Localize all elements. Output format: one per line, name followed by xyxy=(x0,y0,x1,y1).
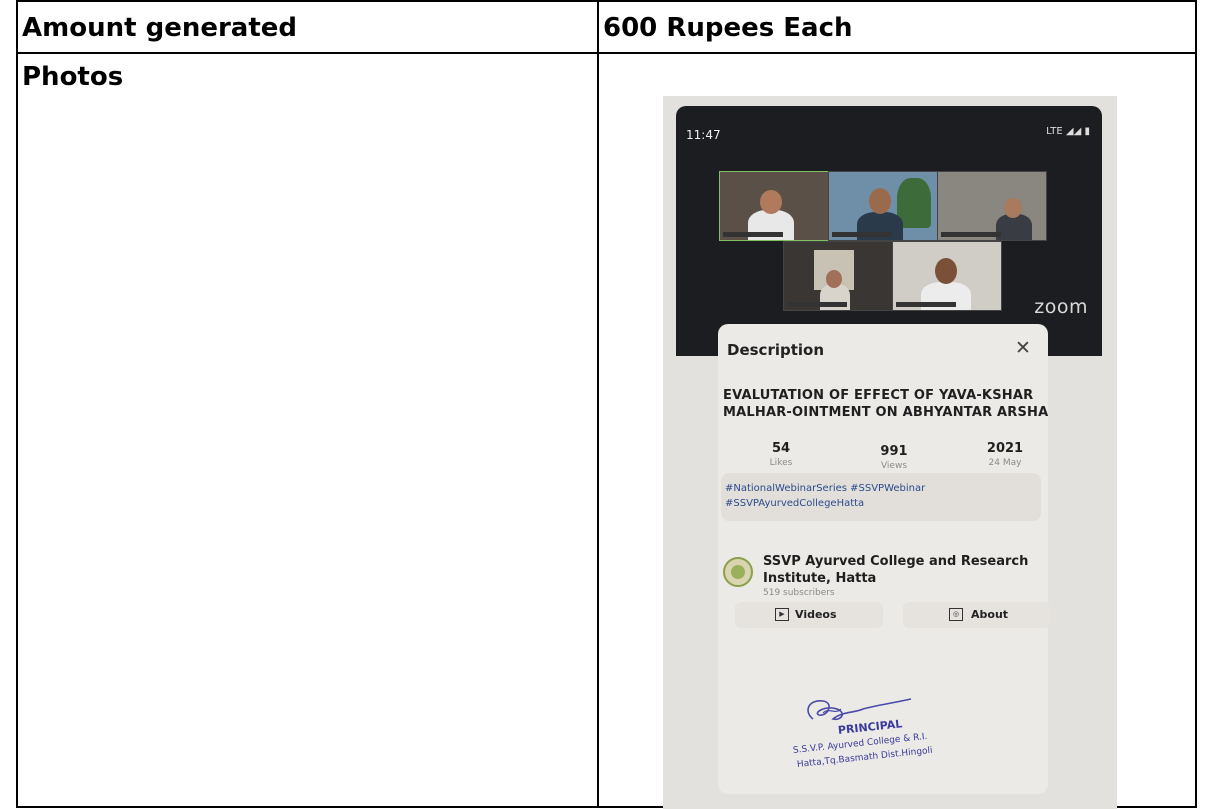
photos-label: Photos xyxy=(22,62,124,92)
participant-name-bar xyxy=(787,302,847,307)
participant-name-bar xyxy=(941,232,1001,237)
person-card-icon: ◎ xyxy=(949,608,963,621)
close-icon[interactable]: ✕ xyxy=(1015,337,1031,359)
video-title-line-2: MALHAR-OINTMENT ON ABHYANTAR ARSHA xyxy=(723,405,1049,420)
cell-amount-value: 600 Rupees Each xyxy=(597,0,1197,54)
video-tile-4 xyxy=(783,241,893,311)
participant-face xyxy=(935,258,957,284)
play-icon: ▶ xyxy=(775,608,789,621)
status-network: LTE ◢◢ ▮ xyxy=(1046,126,1090,137)
views-label: Views xyxy=(880,461,908,471)
participant-name-bar xyxy=(723,232,783,237)
hashtag-line-1[interactable]: #NationalWebinarSeries #SSVPWebinar xyxy=(725,483,925,494)
participant-face xyxy=(826,270,842,288)
video-tile-5 xyxy=(892,241,1002,311)
battery-icon: ▮ xyxy=(1084,126,1090,137)
subscriber-count: 519 subscribers xyxy=(763,588,835,598)
year-value: 2021 xyxy=(986,441,1024,456)
status-time: 11:47 xyxy=(686,128,721,142)
participant-face xyxy=(869,188,891,214)
video-tile-1 xyxy=(719,171,829,241)
video-tile-3 xyxy=(937,171,1047,241)
channel-name-line-1[interactable]: SSVP Ayurved College and Research xyxy=(763,554,1028,569)
lte-text: LTE xyxy=(1046,126,1063,137)
signal-icon: ◢◢ xyxy=(1065,126,1082,137)
video-tile-2 xyxy=(828,171,938,241)
participant-face xyxy=(760,190,782,214)
participant-name-bar xyxy=(832,232,892,237)
likes-label: Likes xyxy=(769,458,793,468)
videos-button-label: Videos xyxy=(795,608,837,621)
hashtag-box: #NationalWebinarSeries #SSVPWebinar #SSV… xyxy=(721,473,1041,521)
about-button-label: About xyxy=(971,608,1009,621)
hashtag-line-2[interactable]: #SSVPAyurvedCollegeHatta xyxy=(725,498,864,509)
about-button[interactable]: ◎ About xyxy=(903,602,1051,628)
description-title: Description xyxy=(727,341,825,359)
channel-name-line-2[interactable]: Institute, Hatta xyxy=(763,571,876,586)
participant-face xyxy=(1004,198,1022,218)
participant-body xyxy=(996,214,1032,240)
zoom-logo: zoom xyxy=(1034,296,1088,318)
views-count: 991 xyxy=(880,444,908,459)
screenshot-photo: 11:47 LTE ◢◢ ▮ zoom Description ✕ EVALUT… xyxy=(663,96,1117,809)
participant-name-bar xyxy=(896,302,956,307)
amount-label: Amount generated xyxy=(22,13,298,43)
likes-count: 54 xyxy=(771,441,791,456)
video-title-line-1: EVALUTATION OF EFFECT OF YAVA-KSHAR xyxy=(723,388,1034,403)
videos-button[interactable]: ▶ Videos xyxy=(735,602,883,628)
cell-photos-label: Photos xyxy=(16,52,599,808)
date-label: 24 May xyxy=(988,458,1022,468)
amount-value: 600 Rupees Each xyxy=(603,13,853,43)
channel-logo-icon[interactable] xyxy=(723,557,753,587)
cell-amount-label: Amount generated xyxy=(16,0,599,54)
zoom-meeting-screen: 11:47 LTE ◢◢ ▮ zoom xyxy=(676,106,1102,356)
table-row-amount: Amount generated 600 Rupees Each xyxy=(16,0,1197,54)
